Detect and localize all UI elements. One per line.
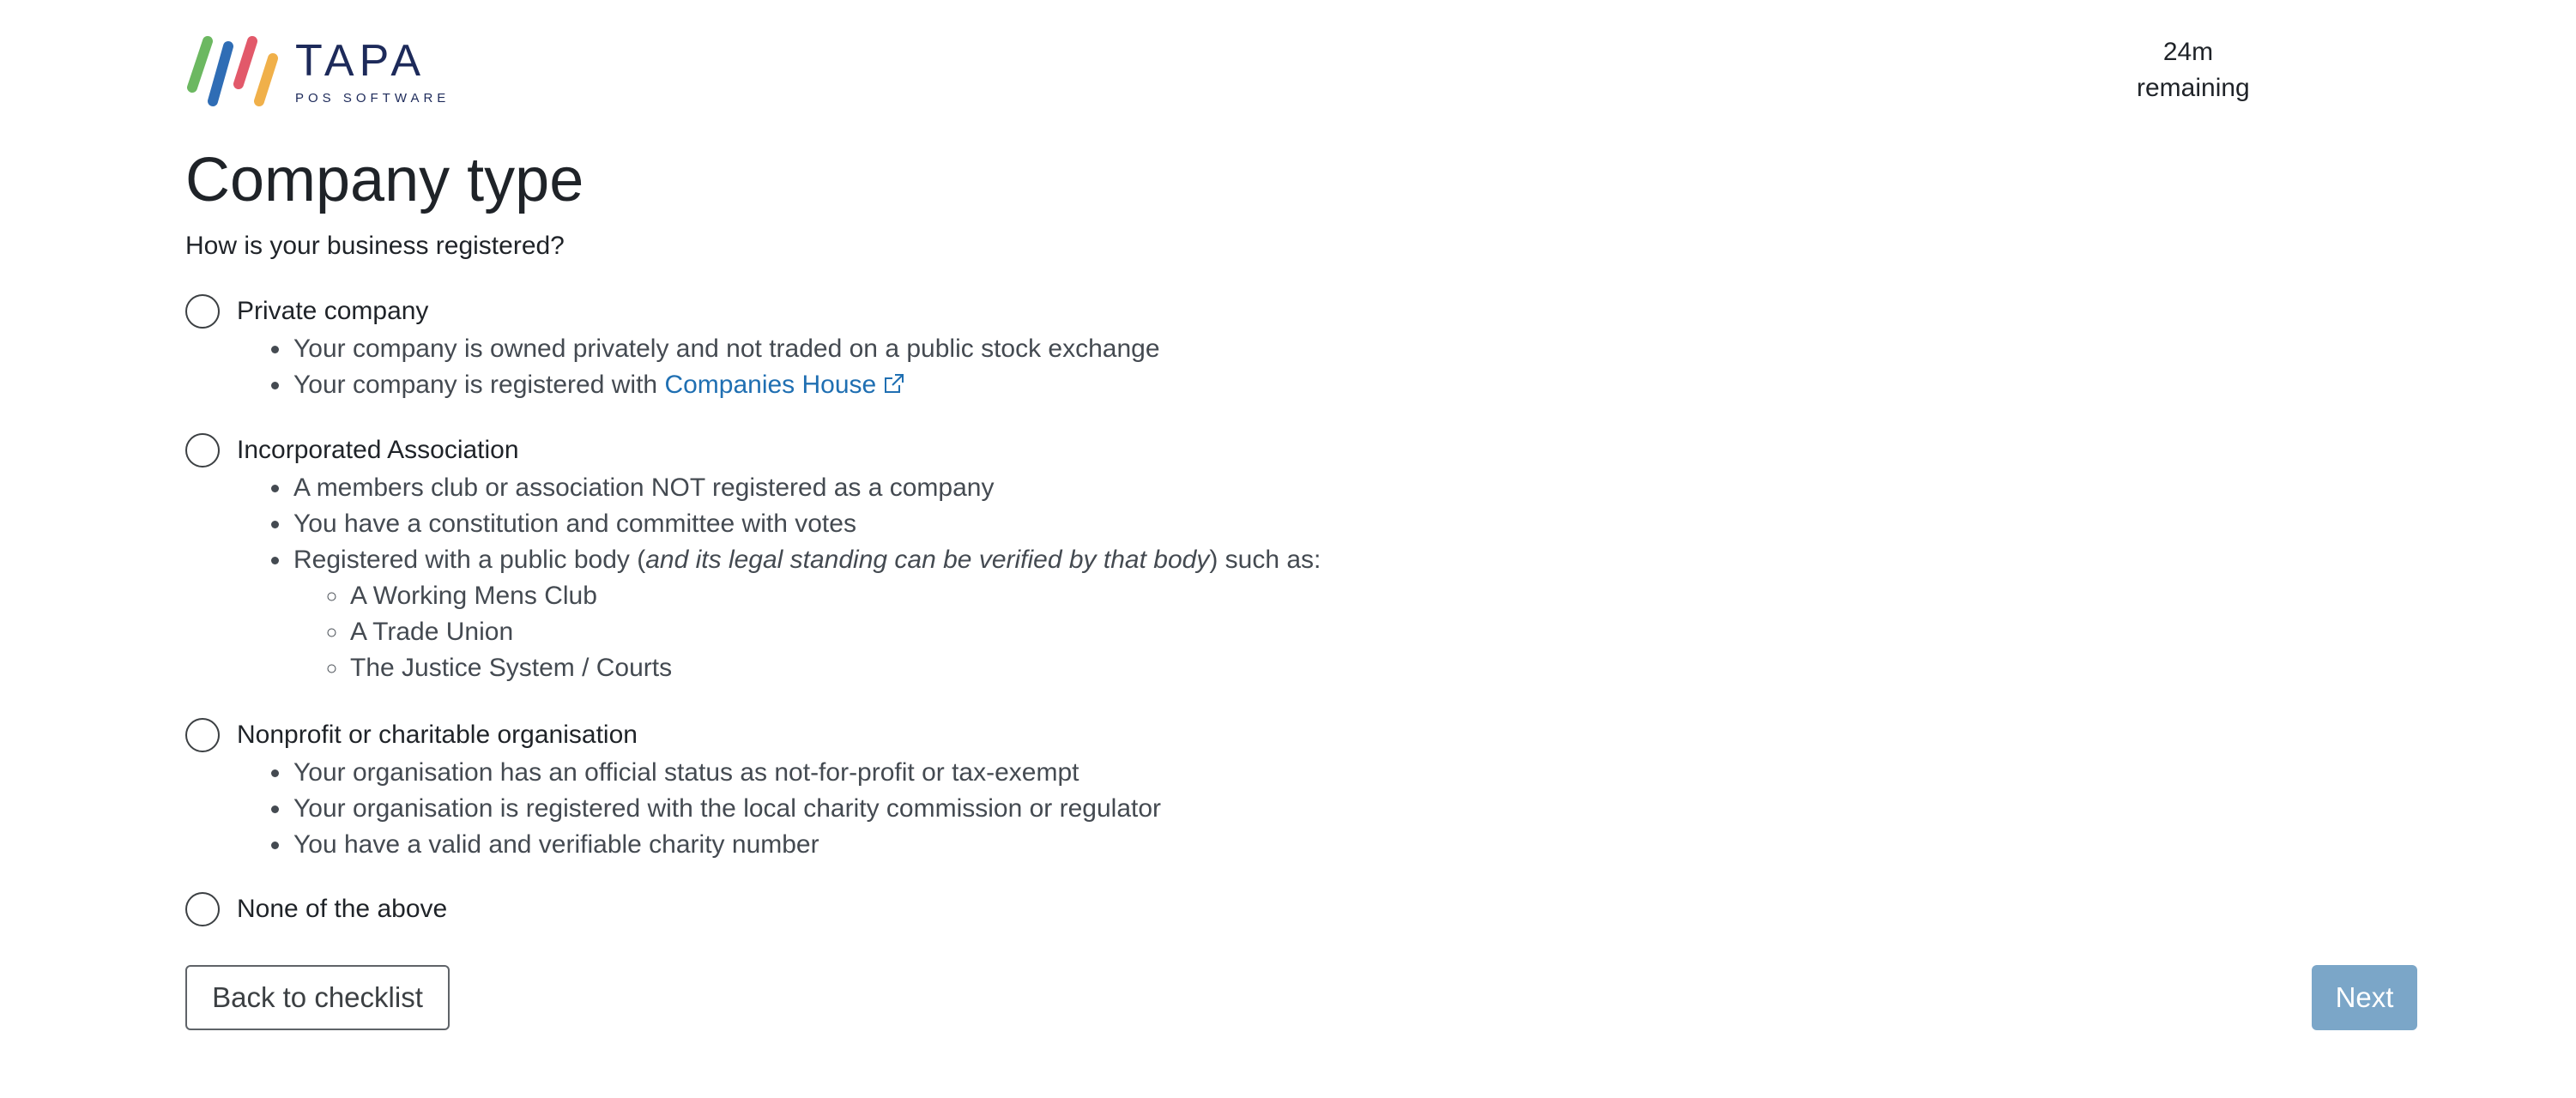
option-incorporated-association[interactable]: Incorporated Association A members club … (185, 431, 1321, 686)
option-private-company[interactable]: Private company Your company is owned pr… (185, 292, 1160, 405)
sub-list-item: The Justice System / Courts (348, 650, 1321, 686)
list-item: A members club or association NOT regist… (292, 470, 1321, 506)
sub-list-item: A Trade Union (348, 614, 1321, 650)
radio-nonprofit[interactable] (185, 718, 220, 752)
page-title: Company type (185, 146, 584, 214)
tapa-logo: TAPA POS SOFTWARE (185, 34, 450, 108)
option-nonprofit[interactable]: Nonprofit or charitable organisation You… (185, 715, 1161, 863)
companies-house-link-text[interactable]: Companies House (664, 371, 876, 399)
time-remaining-value: 24m (2162, 38, 2214, 66)
sub-list: A Working Mens Club A Trade Union The Ju… (293, 578, 1321, 686)
list-item-emphasis: and its legal standing can be verified b… (645, 546, 1210, 574)
list-item-text: Registered with a public body ( (293, 546, 646, 574)
logo-subtitle: POS SOFTWARE (295, 90, 450, 106)
option-none-of-the-above[interactable]: None of the above (185, 890, 447, 929)
option-label[interactable]: Nonprofit or charitable organisation (237, 719, 638, 751)
back-to-checklist-button[interactable]: Back to checklist (185, 965, 450, 1030)
sub-list-item: A Working Mens Club (348, 578, 1321, 614)
time-remaining: 24m remaining (2137, 34, 2250, 106)
time-remaining-label: remaining (2137, 74, 2250, 102)
question-text: How is your business registered? (185, 232, 565, 260)
option-label[interactable]: None of the above (237, 893, 447, 926)
option-label[interactable]: Incorporated Association (237, 434, 519, 467)
logo-name: TAPA (295, 35, 426, 86)
list-item: Your organisation is registered with the… (292, 791, 1161, 827)
radio-incorporated-association[interactable] (185, 433, 220, 468)
list-item: Your organisation has an official status… (292, 755, 1161, 791)
option-label[interactable]: Private company (237, 295, 428, 328)
list-item-text-end: ) such as: (1209, 546, 1321, 574)
option-details: Your organisation has an official status… (185, 755, 1161, 863)
list-item: Your company is owned privately and not … (292, 331, 1160, 367)
list-item: You have a constitution and committee wi… (292, 506, 1321, 542)
companies-house-link[interactable]: Companies House (664, 371, 905, 399)
next-button[interactable]: Next (2312, 965, 2417, 1030)
list-item: Your company is registered with Companie… (292, 367, 1160, 405)
tapa-logo-icon (187, 36, 278, 106)
external-link-icon (883, 369, 905, 405)
list-item: You have a valid and verifiable charity … (292, 827, 1161, 863)
list-item-text: Your company is registered with (293, 371, 665, 399)
list-item: Registered with a public body (and its l… (292, 542, 1321, 686)
radio-private-company[interactable] (185, 294, 220, 329)
option-details: Your company is owned privately and not … (185, 331, 1160, 405)
radio-none-of-the-above[interactable] (185, 892, 220, 926)
option-details: A members club or association NOT regist… (185, 470, 1321, 686)
